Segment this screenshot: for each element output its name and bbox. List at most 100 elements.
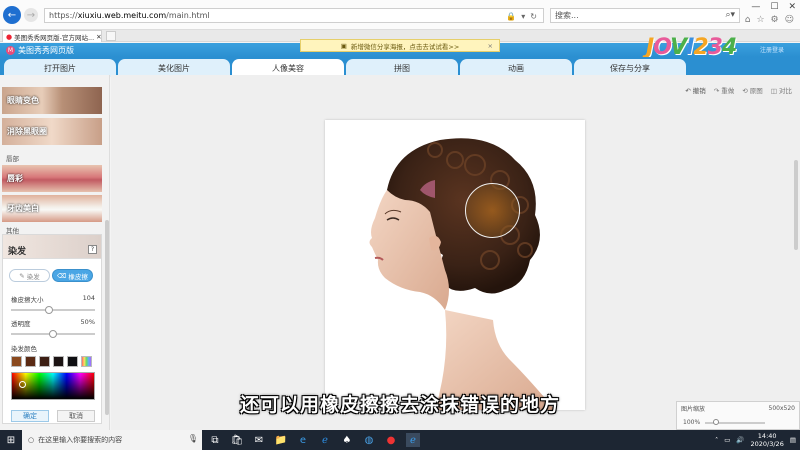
hair-dye-title: 染发 [8, 247, 27, 257]
meitu-favicon-icon: ● [6, 32, 13, 41]
taskbar-search[interactable]: ○ 在这里输入你要搜索的内容 🎙 [22, 430, 202, 450]
taskbar-apps: ⧉ 🛍 ✉ 📁 e ℯ ♠ ◍ ● ℯ [208, 430, 420, 450]
color-swatch[interactable] [25, 356, 36, 367]
browser-tool-icons: ⌂ ☆ ⚙ ☺ [745, 15, 794, 25]
zoom-level: 100% [683, 419, 701, 426]
main-nav: 打开图片 美化图片 人像美容 拼图 动画 保存与分享 [0, 57, 800, 77]
redo-button[interactable]: ↷ 重做 [714, 85, 735, 95]
color-swatch[interactable] [11, 356, 22, 367]
image-size: 500x520 [768, 404, 795, 412]
notice-banner[interactable]: ▣ 新增微信分享海报，点击去试试看>> × [300, 39, 500, 52]
tool-teeth-whitening[interactable]: 牙齿美白 [2, 195, 102, 222]
notice-close-icon[interactable]: × [488, 42, 493, 50]
chevron-up-icon[interactable]: ˄ [715, 436, 718, 444]
windows-icon: ⊞ [6, 434, 16, 446]
close-icon[interactable]: ✕ [788, 2, 796, 12]
store-icon[interactable]: 🛍 [230, 433, 244, 447]
color-swatch[interactable] [53, 356, 64, 367]
brush-size-row: 橡皮擦大小 104 [11, 294, 95, 304]
network-icon[interactable]: ▭ [724, 436, 730, 444]
photo-canvas[interactable] [325, 120, 585, 410]
opacity-slider[interactable] [11, 330, 95, 338]
watermark-logo: JOVI234 [646, 35, 737, 60]
lock-icon[interactable]: 🔒 [506, 12, 516, 21]
close-tab-icon[interactable]: ✕ [96, 33, 101, 41]
zoom-panel-title: 图片缩放 [681, 405, 706, 413]
search-icon[interactable]: ⌕▾ [725, 10, 735, 20]
volume-icon[interactable]: 🔊 [736, 436, 744, 444]
mode-eraser-button[interactable]: ⌫ 橡皮擦 [52, 269, 93, 282]
workspace: ↶ 撤销 ↷ 重做 ⟲ 原图 ◫ 对比 [111, 75, 800, 430]
minimize-icon[interactable]: — [751, 2, 760, 12]
brush-size-value: 104 [82, 294, 95, 302]
ie-icon[interactable]: ℯ [318, 433, 332, 447]
edge-icon[interactable]: e [296, 433, 310, 447]
hair-color-label: 染发颜色 [11, 345, 37, 353]
refresh-icon[interactable]: ↻ [530, 12, 537, 21]
arrow-right-icon: → [26, 9, 36, 21]
color-swatch[interactable] [81, 356, 92, 367]
window-controls: — ☐ ✕ [751, 2, 796, 12]
opacity-value: 50% [80, 318, 95, 326]
mode-dye-button[interactable]: ✎ 染发 [9, 269, 50, 282]
original-button[interactable]: ⟲ 原图 [742, 85, 763, 95]
browser-search-input[interactable]: 搜索... ⌕▾ [550, 8, 740, 23]
microphone-icon[interactable]: 🎙 [188, 434, 198, 443]
gear-icon[interactable]: ⚙ [771, 15, 779, 25]
new-tab-button[interactable] [106, 31, 116, 41]
tool-eye-color[interactable]: 眼睛变色 [2, 87, 102, 114]
forward-button[interactable]: → [24, 8, 38, 22]
smiley-icon[interactable]: ☺ [785, 15, 794, 25]
opacity-knob[interactable] [49, 330, 57, 338]
zoom-panel: 图片缩放 500x520 100% [676, 401, 800, 430]
home-icon[interactable]: ⌂ [745, 15, 751, 25]
zoom-knob[interactable] [713, 419, 719, 425]
color-swatches [11, 356, 92, 367]
app-icon[interactable]: ♠ [340, 433, 354, 447]
notice-icon: ▣ [340, 41, 347, 50]
eraser-icon: ⌫ [57, 271, 67, 280]
mail-icon[interactable]: ✉ [252, 433, 266, 447]
active-ie-icon[interactable]: ℯ [406, 433, 420, 447]
back-button[interactable]: ← [3, 6, 21, 24]
meitu-logo-icon: M [6, 45, 15, 55]
record-icon[interactable]: ● [384, 433, 398, 447]
notification-icon[interactable]: ▤ [790, 436, 796, 444]
panel-scrollbar[interactable] [105, 220, 109, 415]
dropdown-icon[interactable]: ▾ [521, 12, 525, 21]
task-view-icon[interactable]: ⧉ [208, 433, 222, 447]
tool-dark-circles[interactable]: 消除黑眼圈 [2, 118, 102, 145]
maximize-icon[interactable]: ☐ [770, 2, 778, 12]
zoom-panel-header: 图片缩放 500x520 [677, 402, 799, 414]
address-bar-icons: 🔒 ▾ ↻ [506, 9, 537, 24]
workspace-scrollbar[interactable] [794, 160, 798, 250]
section-mouth: 唇部 [6, 155, 19, 163]
taskbar: ⊞ ○ 在这里输入你要搜索的内容 🎙 ⧉ 🛍 ✉ 📁 e ℯ ♠ ◍ ● ℯ ˄… [0, 430, 800, 450]
arrow-left-icon: ← [7, 9, 17, 21]
edit-actions: ↶ 撤销 ↷ 重做 ⟲ 原图 ◫ 对比 [685, 85, 792, 95]
tool-panel: 眼睛变色 消除黑眼圈 唇部 唇彩 牙齿美白 其他 染发 ? ✎ 染发 ⌫ 橡皮擦 橡… [0, 75, 110, 430]
mode-switch: ✎ 染发 ⌫ 橡皮擦 [9, 269, 93, 282]
opacity-row: 透明度 50% [11, 318, 95, 328]
undo-button[interactable]: ↶ 撤销 [685, 85, 706, 95]
start-button[interactable]: ⊞ [0, 430, 22, 450]
color-swatch[interactable] [67, 356, 78, 367]
clock[interactable]: 14:40 2020/3/26 [751, 432, 784, 448]
color-swatch[interactable] [39, 356, 50, 367]
folder-icon[interactable]: 📁 [274, 433, 288, 447]
eraser-brush-cursor [465, 183, 520, 238]
browser-toolbar: ← → https://xiuxiu.web.meitu.com/main.ht… [0, 0, 800, 30]
hair-dye-header: 染发 ? [3, 235, 101, 259]
browser-icon[interactable]: ◍ [362, 433, 376, 447]
tool-lip-color[interactable]: 唇彩 [2, 165, 102, 192]
url-text: https://xiuxiu.web.meitu.com/main.html [49, 11, 210, 20]
brush-icon: ✎ [19, 271, 25, 280]
compare-button[interactable]: ◫ 对比 [771, 85, 792, 95]
star-icon[interactable]: ☆ [756, 15, 764, 25]
address-bar[interactable]: https://xiuxiu.web.meitu.com/main.html 🔒… [44, 8, 544, 23]
portrait-photo [369, 138, 555, 410]
brush-size-slider[interactable] [11, 306, 95, 314]
browser-tab[interactable]: ● 美图秀秀网页版-官方网站... ✕ [2, 30, 102, 42]
brush-size-knob[interactable] [45, 306, 54, 314]
help-icon[interactable]: ? [88, 245, 97, 254]
